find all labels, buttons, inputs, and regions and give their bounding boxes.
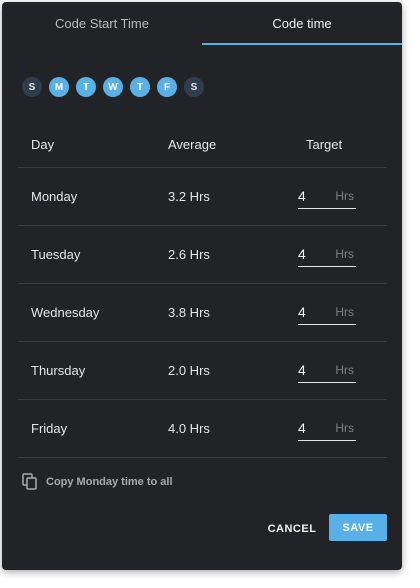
row-target: 4 Hrs: [296, 400, 376, 457]
target-unit: Hrs: [335, 247, 354, 261]
target-input-monday[interactable]: 4 Hrs: [298, 184, 356, 209]
day-toggle-monday[interactable]: M: [49, 77, 69, 97]
target-value: 4: [298, 188, 306, 204]
row-target: 4 Hrs: [296, 342, 376, 399]
code-time-dialog: Code Start Time Code time S M T W T F S …: [2, 2, 402, 570]
day-letter: S: [190, 81, 198, 93]
day-letter: T: [136, 81, 144, 93]
target-input-thursday[interactable]: 4 Hrs: [298, 358, 356, 383]
target-unit: Hrs: [335, 363, 354, 377]
table-row: Tuesday 2.6 Hrs 4 Hrs: [18, 226, 387, 284]
column-header-day: Day: [31, 137, 55, 152]
target-unit: Hrs: [335, 189, 354, 203]
day-toggle-sunday[interactable]: S: [22, 77, 42, 97]
day-letter: W: [108, 81, 118, 93]
copy-label: Copy Monday time to all: [46, 475, 173, 488]
row-day: Wednesday: [31, 305, 100, 320]
row-day: Thursday: [31, 363, 86, 378]
table-row: Wednesday 3.8 Hrs 4 Hrs: [18, 284, 387, 342]
table-row: Thursday 2.0 Hrs 4 Hrs: [18, 342, 387, 400]
target-unit: Hrs: [335, 305, 354, 319]
column-header-average: Average: [168, 137, 217, 152]
code-time-table: Day Average Target Monday 3.2 Hrs 4 Hrs …: [18, 122, 387, 458]
table-header-row: Day Average Target: [18, 122, 387, 168]
table-row: Friday 4.0 Hrs 4 Hrs: [18, 400, 387, 458]
day-toggle-thursday[interactable]: T: [130, 77, 150, 97]
row-target: 4 Hrs: [296, 168, 376, 225]
tab-label: Code time: [272, 16, 332, 31]
copy-icon: [22, 473, 38, 490]
target-input-friday[interactable]: 4 Hrs: [298, 416, 356, 441]
day-toggle-tuesday[interactable]: T: [76, 77, 96, 97]
column-header-target: Target: [306, 137, 343, 152]
copy-monday-to-all-button[interactable]: Copy Monday time to all: [22, 473, 173, 490]
row-average: 2.6 Hrs: [168, 247, 210, 262]
row-day: Monday: [31, 189, 78, 204]
row-day: Tuesday: [31, 247, 81, 262]
table-row: Monday 3.2 Hrs 4 Hrs: [18, 168, 387, 226]
target-value: 4: [298, 246, 306, 262]
day-letter: M: [54, 81, 64, 93]
tab-code-time[interactable]: Code time: [202, 2, 402, 45]
day-letter: T: [82, 81, 90, 93]
row-day: Friday: [31, 421, 68, 436]
day-selector: S M T W T F S: [22, 77, 204, 97]
row-average: 2.0 Hrs: [168, 363, 210, 378]
tab-label: Code Start Time: [55, 16, 149, 31]
day-toggle-saturday[interactable]: S: [184, 77, 204, 97]
cancel-button[interactable]: CANCEL: [262, 516, 322, 542]
row-target: 4 Hrs: [296, 284, 376, 341]
target-value: 4: [298, 304, 306, 320]
tab-code-start-time[interactable]: Code Start Time: [2, 2, 202, 45]
row-average: 3.8 Hrs: [168, 305, 210, 320]
row-target: 4 Hrs: [296, 226, 376, 283]
row-average: 3.2 Hrs: [168, 189, 210, 204]
target-unit: Hrs: [335, 421, 354, 435]
target-value: 4: [298, 362, 306, 378]
target-input-tuesday[interactable]: 4 Hrs: [298, 242, 356, 267]
row-average: 4.0 Hrs: [168, 421, 210, 436]
day-letter: S: [28, 81, 36, 93]
save-button[interactable]: SAVE: [329, 514, 387, 541]
day-toggle-wednesday[interactable]: W: [103, 77, 123, 97]
target-input-wednesday[interactable]: 4 Hrs: [298, 300, 356, 325]
day-letter: F: [163, 81, 171, 93]
target-value: 4: [298, 420, 306, 436]
day-toggle-friday[interactable]: F: [157, 77, 177, 97]
tab-bar: Code Start Time Code time: [2, 2, 402, 45]
